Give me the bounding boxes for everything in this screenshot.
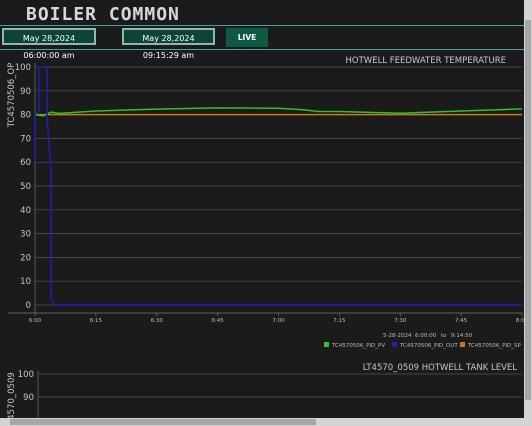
range-to: to (441, 333, 447, 339)
y-tick-label: 50 (20, 182, 31, 192)
charts-canvas: HOTWELL FEEDWATER TEMPERATURE TC4570506_… (7, 56, 529, 420)
legend-swatch (460, 342, 465, 347)
x-tick-label: 7:00 (272, 318, 285, 324)
y-tick-label: 30 (20, 230, 31, 240)
horizontal-scrollbar-thumb[interactable] (10, 419, 316, 425)
legend-label[interactable]: TC4570506_PID_PV (331, 343, 385, 349)
y-tick-label: 60 (20, 158, 31, 168)
y-tick-label: 80 (20, 111, 31, 121)
y-axis-label: 4570_0509 (7, 372, 17, 420)
x-range-label: 5-28-2024 6:00:00 to 9:14:50 (383, 333, 473, 339)
x-tick-label: 7:45 (455, 318, 468, 324)
scrollbar-corner (524, 418, 532, 426)
vertical-scrollbar-thumb[interactable] (525, 20, 531, 400)
legend-swatch (392, 342, 397, 347)
y-tick-label: 90 (23, 393, 34, 403)
x-tick-label: 7:30 (394, 318, 407, 324)
chart-title: HOTWELL FEEDWATER TEMPERATURE (346, 56, 506, 66)
legend: TC4570506_PID_PV TC4570506_PID_OUT TC45705… (324, 342, 522, 349)
range-start: 6:00:00 (415, 333, 437, 339)
y-tick-label: 20 (20, 253, 31, 263)
horizontal-scrollbar[interactable] (0, 418, 524, 426)
tank-level-chart: LT4570_0509 HOTWELL TANK LEVEL 4570_0509… (7, 363, 522, 420)
x-tick-label: 6:45 (211, 318, 224, 324)
range-end: 9:14:50 (451, 333, 473, 339)
chart-title: LT4570_0509 HOTWELL TANK LEVEL (363, 363, 517, 373)
y-tick-label: 90 (20, 87, 31, 97)
legend-label[interactable]: TC4570506_PID_SP (467, 343, 522, 349)
legend-swatch (324, 342, 329, 347)
vertical-scrollbar[interactable] (524, 0, 532, 418)
range-date: 5-28-2024 (383, 333, 412, 339)
x-tick-label: 7:15 (333, 318, 346, 324)
x-tick-label: 6:15 (90, 318, 103, 324)
x-tick-label: 6:00 (29, 318, 42, 324)
y-tick-label: 70 (20, 134, 31, 144)
temperature-chart: HOTWELL FEEDWATER TEMPERATURE TC4570506_… (7, 56, 529, 349)
legend-label[interactable]: TC4570506_PID_OUT (399, 343, 458, 349)
x-tick-label: 6:30 (151, 318, 164, 324)
y-tick-label: 40 (20, 206, 31, 216)
y-tick-label: 10 (20, 277, 31, 287)
y-tick-label: 0 (26, 301, 31, 311)
y-tick-label: 100 (18, 370, 34, 380)
y-tick-label: 100 (15, 63, 31, 73)
